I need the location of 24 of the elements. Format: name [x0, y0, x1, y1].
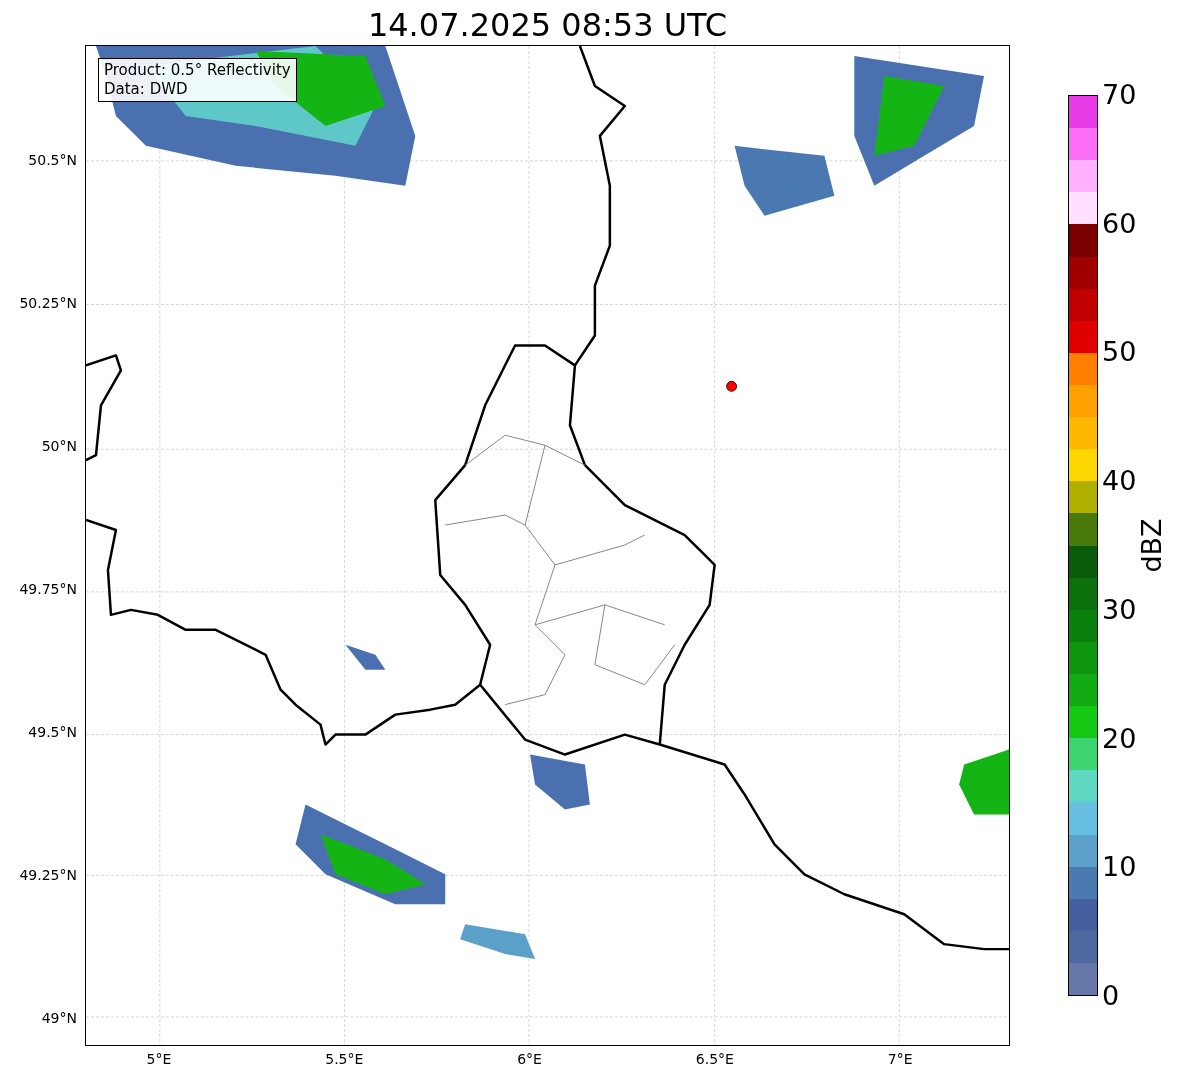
- colorbar-tick-label: 0: [1102, 982, 1120, 1009]
- colorbar-tick-label: 50: [1102, 338, 1137, 366]
- colorbar-tick-label: 30: [1102, 595, 1137, 623]
- axis-tick-label: 50.25°N: [19, 296, 77, 310]
- axis-tick-label: 6°E: [517, 1052, 542, 1066]
- colorbar-tick-label: 10: [1102, 853, 1137, 881]
- colorbar-tick-label: 20: [1102, 724, 1137, 752]
- info-text: Product: 0.5° Reflectivity: [104, 61, 291, 80]
- colorbar-tick-label: 70: [1102, 81, 1137, 108]
- axis-tick-label: 7°E: [887, 1052, 913, 1066]
- colorbar-tick-label: 40: [1102, 467, 1137, 495]
- axis-tick-label: 49.25°N: [19, 868, 77, 882]
- axis-tick-label: 50.5°N: [28, 153, 77, 167]
- axis-tick-label: 5°E: [146, 1052, 172, 1066]
- axis-tick-label: 49.5°N: [28, 725, 77, 739]
- colorbar-label: dBZ: [1137, 518, 1165, 573]
- axis-tick-label: 50°N: [41, 439, 77, 453]
- info-text: Data: DWD: [104, 80, 189, 99]
- colorbar-tick-label: 60: [1102, 209, 1137, 237]
- axis-tick-label: 49°N: [41, 1011, 77, 1025]
- axis-tick-label: 6.5°E: [695, 1052, 734, 1066]
- chart-title: 14.07.2025 08:53 UTC: [367, 4, 728, 41]
- axis-tick-label: 49.75°N: [19, 582, 77, 596]
- axis-tick-label: 5.5°E: [325, 1052, 364, 1066]
